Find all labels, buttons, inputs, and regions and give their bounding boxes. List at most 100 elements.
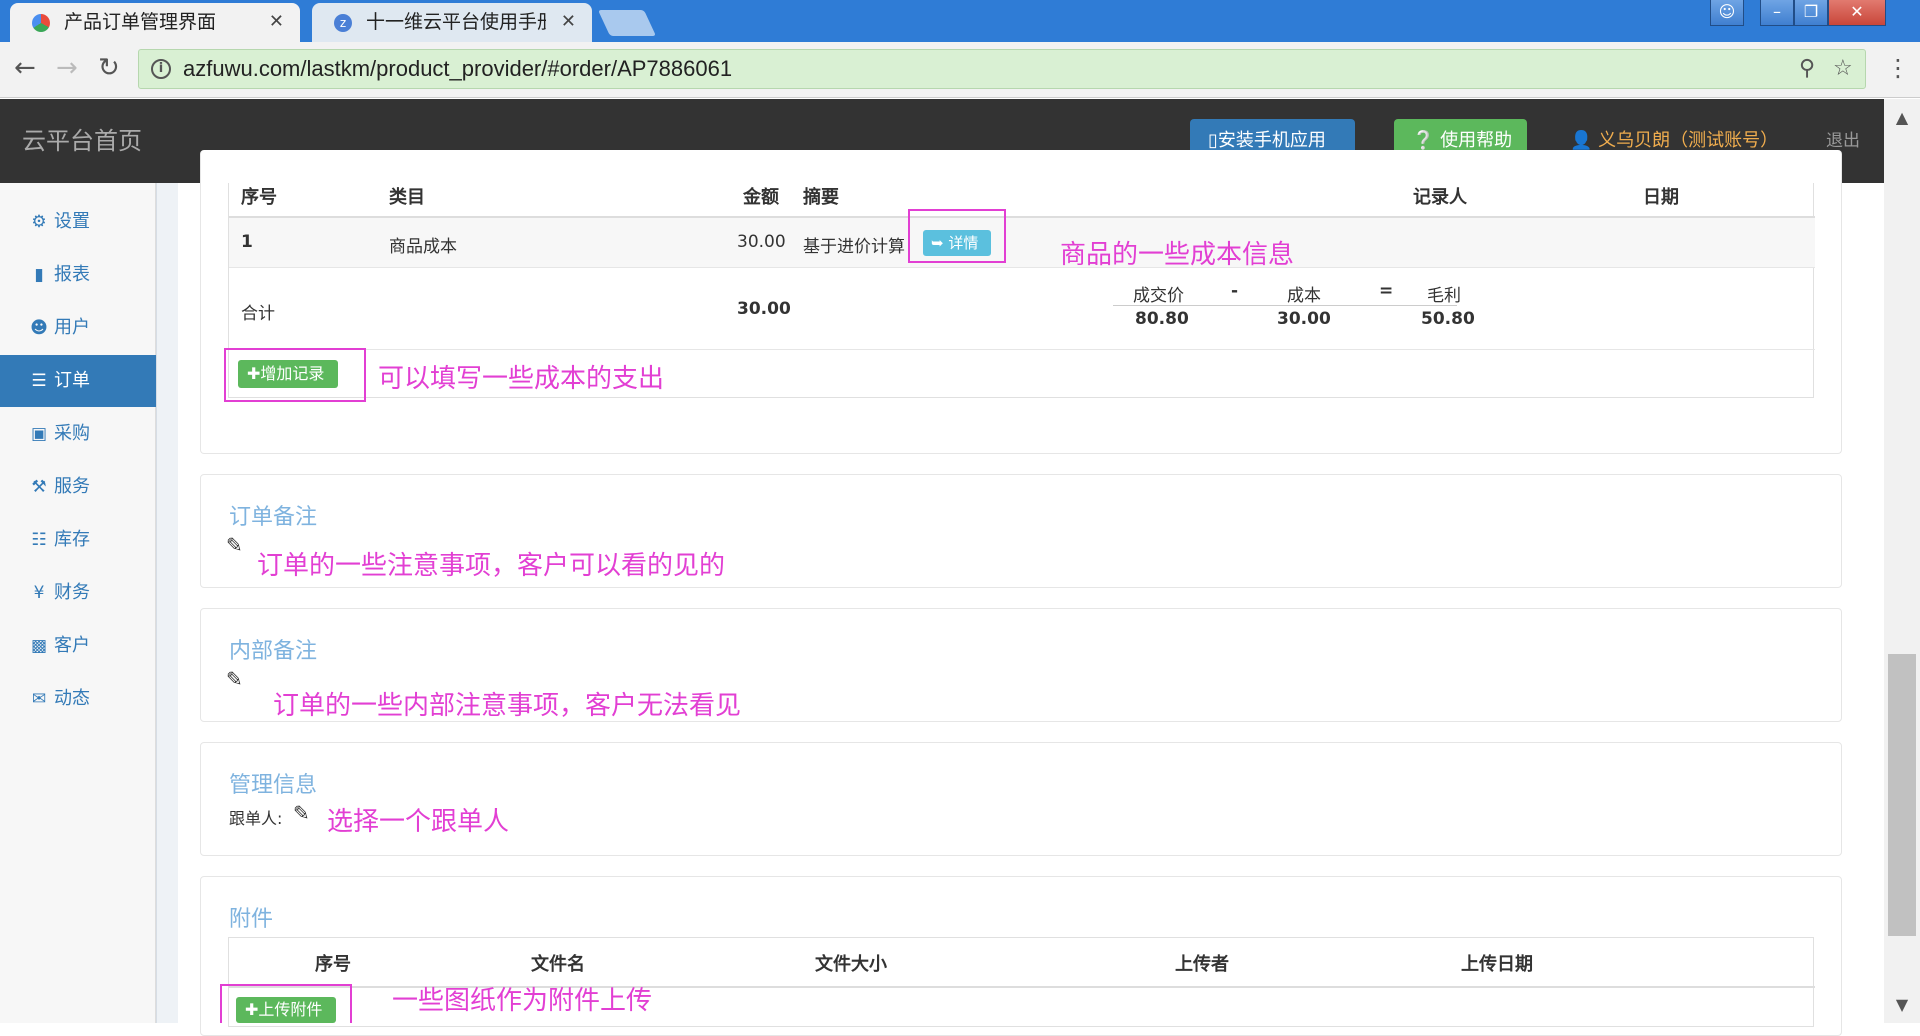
follower-label: 跟单人: [229, 809, 283, 828]
maximize-icon[interactable]: ❐ [1794, 0, 1828, 26]
mobile-phone-icon: ▯ [1208, 130, 1218, 151]
list-icon: ☰ [31, 371, 47, 391]
annotation-add-expense: 可以填写一些成本的支出 [378, 364, 665, 394]
browser-tab-bar: 产品订单管理界面 ✕ z 十一维云平台使用手册 - ✕ ☺ – ❐ ✕ [0, 0, 1920, 42]
total-label: 合计 [241, 304, 275, 324]
user-icon: 👤 [1570, 130, 1593, 151]
deal-price-label: 成交价 [1133, 286, 1184, 306]
profit-value: 50.80 [1421, 309, 1475, 329]
annotation-attachment: 一些图纸作为附件上传 [392, 986, 653, 1016]
tab-title: 十一维云平台使用手册 - [366, 11, 546, 33]
col-header-recorder: 记录人 [1413, 187, 1467, 208]
col-header-amount: 金额 [743, 187, 779, 208]
back-icon[interactable]: ← [14, 50, 36, 86]
annotation-cost-info: 商品的一些成本信息 [1060, 240, 1295, 270]
total-row: 合计 30.00 成交价 - 成本 = 毛利 80.80 30.00 50.80 [229, 269, 1815, 350]
annotation-order-note: 订单的一些注意事项，客户可以看的见的 [257, 551, 726, 581]
att-col-filesize: 文件大小 [815, 954, 887, 975]
cost-label: 成本 [1287, 286, 1321, 306]
sidebar-item-finance[interactable]: ¥ 财务 [0, 567, 156, 619]
attachments-title: 附件 [229, 907, 274, 932]
sidebar-item-activity[interactable]: ✉ 动态 [0, 673, 156, 725]
scroll-down-arrow-icon[interactable]: ▼ [1884, 995, 1920, 1014]
upload-highlight-box [220, 984, 352, 1023]
row-amount: 30.00 [737, 232, 786, 252]
row-category: 商品成本 [389, 237, 457, 257]
site-info-icon[interactable]: i [151, 59, 171, 79]
annotation-follower: 选择一个跟单人 [327, 807, 510, 837]
profile-icon[interactable]: ☺ [1710, 0, 1744, 26]
address-bar: ← → ↻ i azfuwu.com/lastkm/product_provid… [0, 42, 1920, 98]
row-summary: 基于进价计算 [803, 237, 905, 257]
tab-close-icon[interactable]: ✕ [269, 3, 284, 41]
url-text: azfuwu.com/lastkm/product_provider/#orde… [183, 56, 733, 81]
table-row: 1 商品成本 30.00 基于进价计算 ➥ 详情 [229, 218, 1815, 268]
sidebar-item-inventory[interactable]: ☷ 库存 [0, 514, 156, 566]
detail-highlight-box [908, 209, 1006, 263]
url-input[interactable]: i azfuwu.com/lastkm/product_provider/#or… [138, 49, 1866, 89]
att-col-index: 序号 [315, 954, 351, 975]
col-header-category: 类目 [389, 187, 425, 208]
col-header-date: 日期 [1643, 187, 1679, 208]
window-close-icon[interactable]: ✕ [1828, 0, 1886, 26]
sidebar-item-purchase[interactable]: ▣ 采购 [0, 408, 156, 460]
sidebar-item-reports[interactable]: ▮ 报表 [0, 249, 156, 301]
scroll-up-arrow-icon[interactable]: ▲ [1884, 108, 1920, 127]
management-title: 管理信息 [229, 773, 318, 798]
sidebar-item-settings[interactable]: ⚙ 设置 [0, 196, 156, 248]
barcode-icon: ☷ [31, 530, 47, 550]
browser-tab-manual[interactable]: z 十一维云平台使用手册 - ✕ [312, 3, 592, 42]
internal-note-panel: 内部备注 ✎ 订单的一些内部注意事项，客户无法看见 [200, 608, 1842, 722]
col-header-summary: 摘要 [803, 187, 839, 208]
zoom-icon[interactable]: ⚲ [1799, 56, 1815, 81]
att-col-filename: 文件名 [531, 954, 585, 975]
browser-menu-icon[interactable]: ⋮ [1886, 50, 1910, 86]
bar-chart-icon: ▮ [34, 265, 44, 285]
brand-home-link[interactable]: 云平台首页 [22, 99, 142, 183]
sidebar-item-service[interactable]: ⚒ 服务 [0, 461, 156, 513]
profit-label: 毛利 [1427, 286, 1461, 306]
profit-divider [1113, 305, 1457, 306]
sidebar-item-customers[interactable]: ▩ 客户 [0, 620, 156, 672]
app-favicon-icon [32, 14, 50, 32]
att-col-upload-date: 上传日期 [1461, 954, 1533, 975]
edit-follower-pencil-icon[interactable]: ✎ [293, 801, 310, 825]
edit-order-note-pencil-icon[interactable]: ✎ [226, 533, 243, 557]
deal-price-value: 80.80 [1135, 309, 1189, 329]
annotation-internal-note: 订单的一些内部注意事项，客户无法看见 [273, 691, 742, 721]
row-index: 1 [241, 232, 253, 252]
bookmark-star-icon[interactable]: ☆ [1833, 56, 1853, 81]
cost-value: 30.00 [1277, 309, 1331, 329]
add-record-highlight-box [224, 348, 366, 402]
gear-icon: ⚙ [31, 212, 47, 232]
question-circle-icon: ❔ [1412, 130, 1435, 151]
cart-icon: ▣ [30, 424, 48, 444]
minimize-icon[interactable]: – [1760, 0, 1794, 26]
management-panel: 管理信息 跟单人: ✎ 选择一个跟单人 [200, 742, 1842, 856]
edit-internal-note-pencil-icon[interactable]: ✎ [226, 667, 243, 691]
new-tab-button[interactable] [597, 10, 657, 36]
manual-favicon-icon: z [334, 14, 352, 32]
att-col-uploader: 上传者 [1175, 954, 1229, 975]
briefcase-icon: ▩ [30, 636, 48, 656]
col-header-index: 序号 [241, 187, 277, 208]
internal-note-title: 内部备注 [229, 639, 318, 664]
wrench-icon: ⚒ [31, 477, 47, 497]
sidebar-item-orders[interactable]: ☰ 订单 [0, 355, 156, 407]
browser-tab-active[interactable]: 产品订单管理界面 ✕ [10, 3, 300, 42]
order-note-title: 订单备注 [229, 505, 318, 530]
yen-icon: ¥ [33, 583, 45, 603]
reload-icon[interactable]: ↻ [98, 50, 120, 86]
sidebar-nav: ⚙ 设置 ▮ 报表 ☻ 用户 ☰ 订单 ▣ 采购 ⚒ 服务 ☷ 库存 ¥ 财务 ▩ 客户 ✉ 动态 [0, 183, 156, 1023]
scrollbar-thumb[interactable] [1888, 654, 1916, 936]
user-icon: ☻ [30, 318, 48, 338]
minus-sign: - [1231, 281, 1239, 301]
tab-close-icon[interactable]: ✕ [561, 3, 576, 41]
comment-icon: ✉ [31, 689, 47, 709]
tab-title: 产品订单管理界面 [64, 11, 217, 33]
total-amount: 30.00 [737, 299, 791, 319]
equals-sign: = [1379, 281, 1394, 301]
content-left-gutter [156, 183, 178, 1023]
sidebar-item-users[interactable]: ☻ 用户 [0, 302, 156, 354]
forward-icon[interactable]: → [56, 50, 78, 86]
